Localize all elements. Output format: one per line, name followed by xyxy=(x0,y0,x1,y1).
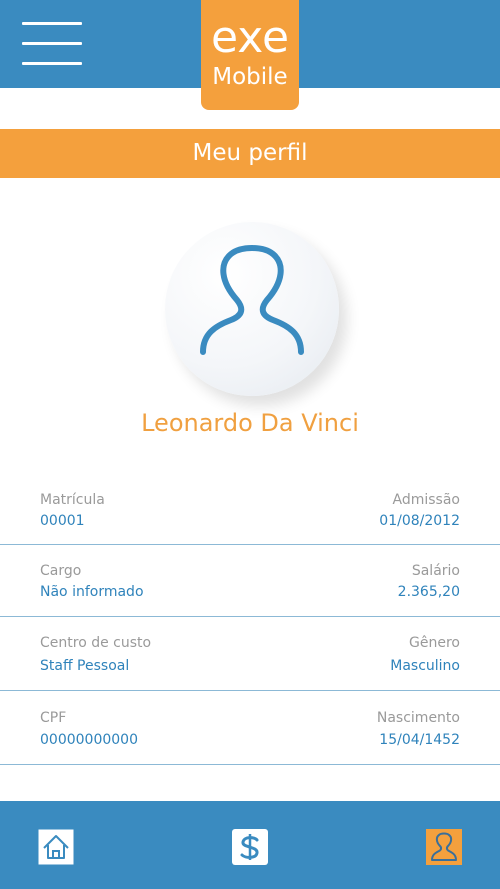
info-row: CPF 00000000000 Nascimento 15/04/1452 xyxy=(0,691,500,765)
profile-name: Leonardo Da Vinci xyxy=(141,409,359,437)
field-label: Gênero xyxy=(409,635,460,651)
field-label: Salário xyxy=(411,563,460,579)
field-value: 15/04/1452 xyxy=(379,732,460,748)
info-row: Cargo Não informado Salário 2.365,20 xyxy=(0,545,500,617)
field-value: 01/08/2012 xyxy=(379,513,460,529)
row-divider xyxy=(0,764,500,765)
field-value: 00001 xyxy=(40,513,85,529)
field-value: 2.365,20 xyxy=(397,584,460,600)
field-label: Centro de custo xyxy=(40,635,152,651)
menu-line xyxy=(22,42,82,45)
user-silhouette-icon xyxy=(200,245,304,355)
field-label: Matrícula xyxy=(40,492,105,508)
menu-line xyxy=(22,62,82,65)
hamburger-menu-icon[interactable] xyxy=(22,22,82,66)
page-title: Meu perfil xyxy=(0,129,500,178)
menu-line xyxy=(22,22,82,25)
nav-profile-button[interactable] xyxy=(426,829,462,865)
field-value: Masculino xyxy=(390,658,460,674)
field-label: Nascimento xyxy=(376,710,460,726)
info-row: Matrícula 00001 Admissão 01/08/2012 xyxy=(0,473,500,545)
logo-text-bottom: Mobile xyxy=(212,64,288,90)
logo-text-top: exe xyxy=(210,12,290,63)
avatar[interactable] xyxy=(165,222,339,396)
field-label: Cargo xyxy=(40,563,82,579)
home-icon xyxy=(38,829,74,865)
app-logo: exe Mobile xyxy=(201,0,299,110)
field-value: 00000000000 xyxy=(40,732,138,748)
field-label: Admissão xyxy=(392,492,460,508)
field-value: Não informado xyxy=(40,584,144,600)
profile-icon xyxy=(426,829,462,865)
field-label: CPF xyxy=(40,710,67,726)
field-value: Staff Pessoal xyxy=(40,658,130,674)
nav-home-button[interactable] xyxy=(38,829,74,865)
dollar-icon xyxy=(232,829,268,865)
info-row: Centro de custo Staff Pessoal Gênero Mas… xyxy=(0,617,500,691)
nav-finance-button[interactable] xyxy=(232,829,268,865)
